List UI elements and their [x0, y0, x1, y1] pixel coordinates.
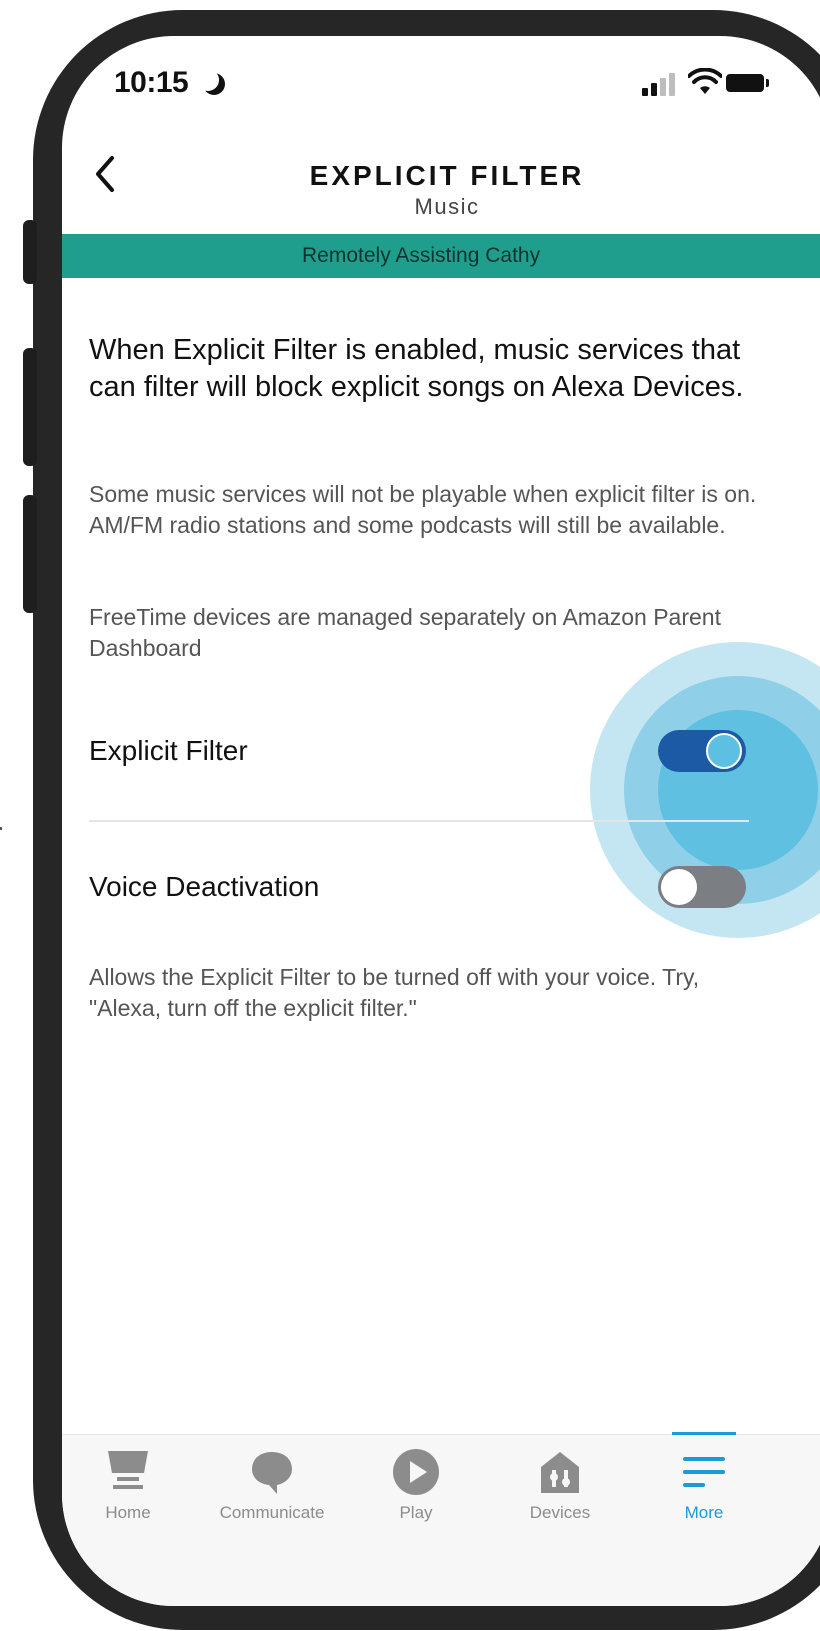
nav-play[interactable]: Play	[346, 1435, 486, 1555]
moon-icon	[197, 69, 219, 91]
page-title: EXPLICIT FILTER	[309, 160, 585, 191]
phone-screen: 10:15 EXPLICIT FILTER Music Remotely Ass…	[62, 36, 820, 1606]
voice-deactivation-label: Voice Deactivation	[89, 871, 320, 902]
remote-assist-text: Remotely Assisting Cathy	[302, 244, 541, 267]
play-icon	[393, 1449, 439, 1495]
chat-bubble-icon	[252, 1452, 292, 1494]
page-subtitle: Music	[414, 194, 480, 219]
nav-play-label: Play	[399, 1503, 433, 1522]
voice-deactivation-toggle[interactable]	[658, 866, 746, 908]
edge-mark	[0, 827, 2, 830]
nav-home[interactable]: Home	[62, 1435, 198, 1555]
nav-home-label: Home	[105, 1503, 151, 1522]
menu-icon	[683, 1457, 725, 1487]
bottom-nav: Home Communicate Play Devices More	[62, 1432, 820, 1606]
nav-devices-label: Devices	[529, 1503, 591, 1522]
main-description: When Explicit Filter is enabled, music s…	[89, 334, 744, 403]
battery-icon	[726, 74, 769, 92]
volume-down-button	[23, 495, 37, 613]
nav-devices[interactable]: Devices	[490, 1435, 630, 1555]
nav-communicate-label: Communicate	[219, 1503, 325, 1522]
voice-deactivation-description: Allows the Explicit Filter to be turned …	[89, 964, 700, 1021]
volume-up-button	[23, 348, 37, 466]
devices-icon	[541, 1452, 579, 1493]
remote-assist-banner: Remotely Assisting Cathy	[62, 234, 820, 278]
app-screenshot: 10:15 EXPLICIT FILTER Music Remotely Ass…	[0, 0, 820, 1631]
home-icon	[108, 1451, 148, 1489]
toggle-knob	[661, 869, 697, 905]
freetime-note: FreeTime devices are managed separately …	[89, 604, 721, 661]
nav-communicate[interactable]: Communicate	[202, 1435, 342, 1555]
mute-switch	[23, 220, 37, 284]
secondary-description: Some music services will not be playable…	[89, 481, 757, 538]
status-time: 10:15	[114, 66, 189, 99]
wifi-icon	[688, 68, 722, 94]
signal-icon	[642, 72, 678, 96]
explicit-filter-label: Explicit Filter	[89, 735, 248, 766]
nav-more[interactable]: More	[634, 1435, 774, 1555]
nav-more-label: More	[684, 1503, 724, 1522]
toggle-knob	[706, 733, 742, 769]
explicit-filter-toggle[interactable]	[658, 730, 746, 772]
divider	[89, 820, 749, 822]
